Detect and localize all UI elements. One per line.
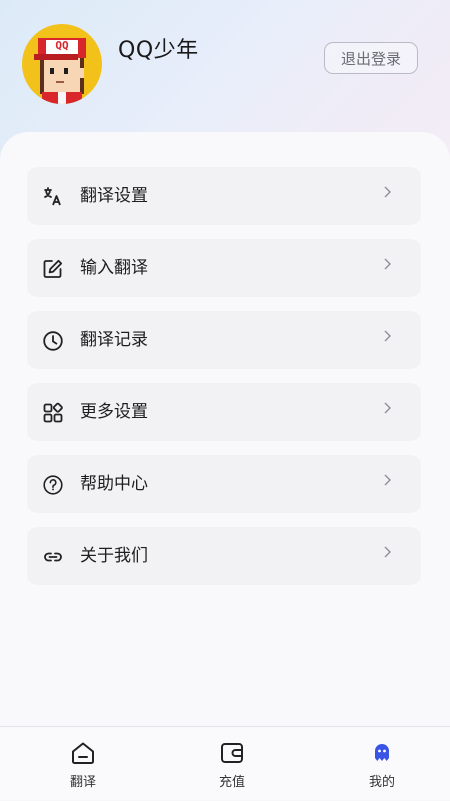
menu-item-about-us[interactable]: 关于我们	[27, 527, 421, 585]
profile-icon	[375, 744, 389, 761]
avatar[interactable]: QQ	[22, 24, 102, 104]
chevron-right-icon	[384, 474, 391, 486]
avatar-image	[34, 38, 86, 104]
clock-icon	[43, 331, 63, 351]
menu-item-label: 更多设置	[80, 402, 148, 422]
settings-menu: 翻译设置 输入翻译 翻译记录 更多设置 帮助中心 关于我们	[27, 167, 421, 599]
menu-item-label: 翻译记录	[80, 330, 148, 350]
chevron-right-icon	[384, 186, 391, 198]
tab-recharge[interactable]: 充值	[157, 727, 307, 801]
logout-button[interactable]: 退出登录	[324, 42, 418, 74]
menu-item-translate-settings[interactable]: 翻译设置	[27, 167, 421, 225]
grid-icon	[43, 402, 63, 423]
tab-label: 充值	[218, 775, 245, 790]
chevron-right-icon	[384, 258, 391, 270]
home-icon	[72, 742, 94, 764]
chevron-right-icon	[384, 402, 391, 414]
menu-item-translate-history[interactable]: 翻译记录	[27, 311, 421, 369]
edit-icon	[43, 259, 63, 278]
menu-item-label: 翻译设置	[80, 186, 148, 206]
link-icon	[44, 552, 62, 562]
tab-translate[interactable]: 翻译	[8, 727, 158, 801]
translate-icon	[44, 187, 61, 206]
menu-item-help-center[interactable]: 帮助中心	[27, 455, 421, 513]
bottom-tab-bar: 翻译 充值 我的	[0, 726, 450, 800]
tab-label: 翻译	[69, 775, 96, 790]
menu-item-more-settings[interactable]: 更多设置	[27, 383, 421, 441]
wallet-icon	[221, 743, 243, 763]
tab-mine[interactable]: 我的	[307, 727, 450, 801]
help-icon	[43, 475, 63, 495]
settings-panel: 翻译设置 输入翻译 翻译记录 更多设置 帮助中心 关于我们	[0, 132, 450, 738]
tab-label: 我的	[368, 775, 395, 790]
avatar-cap-text: QQ	[55, 39, 69, 52]
chevron-right-icon	[384, 330, 391, 342]
username: QQ少年	[118, 38, 199, 63]
menu-item-input-translate[interactable]: 输入翻译	[27, 239, 421, 297]
menu-item-label: 帮助中心	[80, 474, 148, 494]
profile-header: QQ QQ少年 退出登录	[0, 0, 450, 140]
menu-item-label: 关于我们	[80, 546, 148, 566]
menu-item-label: 输入翻译	[80, 258, 148, 278]
chevron-right-icon	[384, 546, 391, 558]
